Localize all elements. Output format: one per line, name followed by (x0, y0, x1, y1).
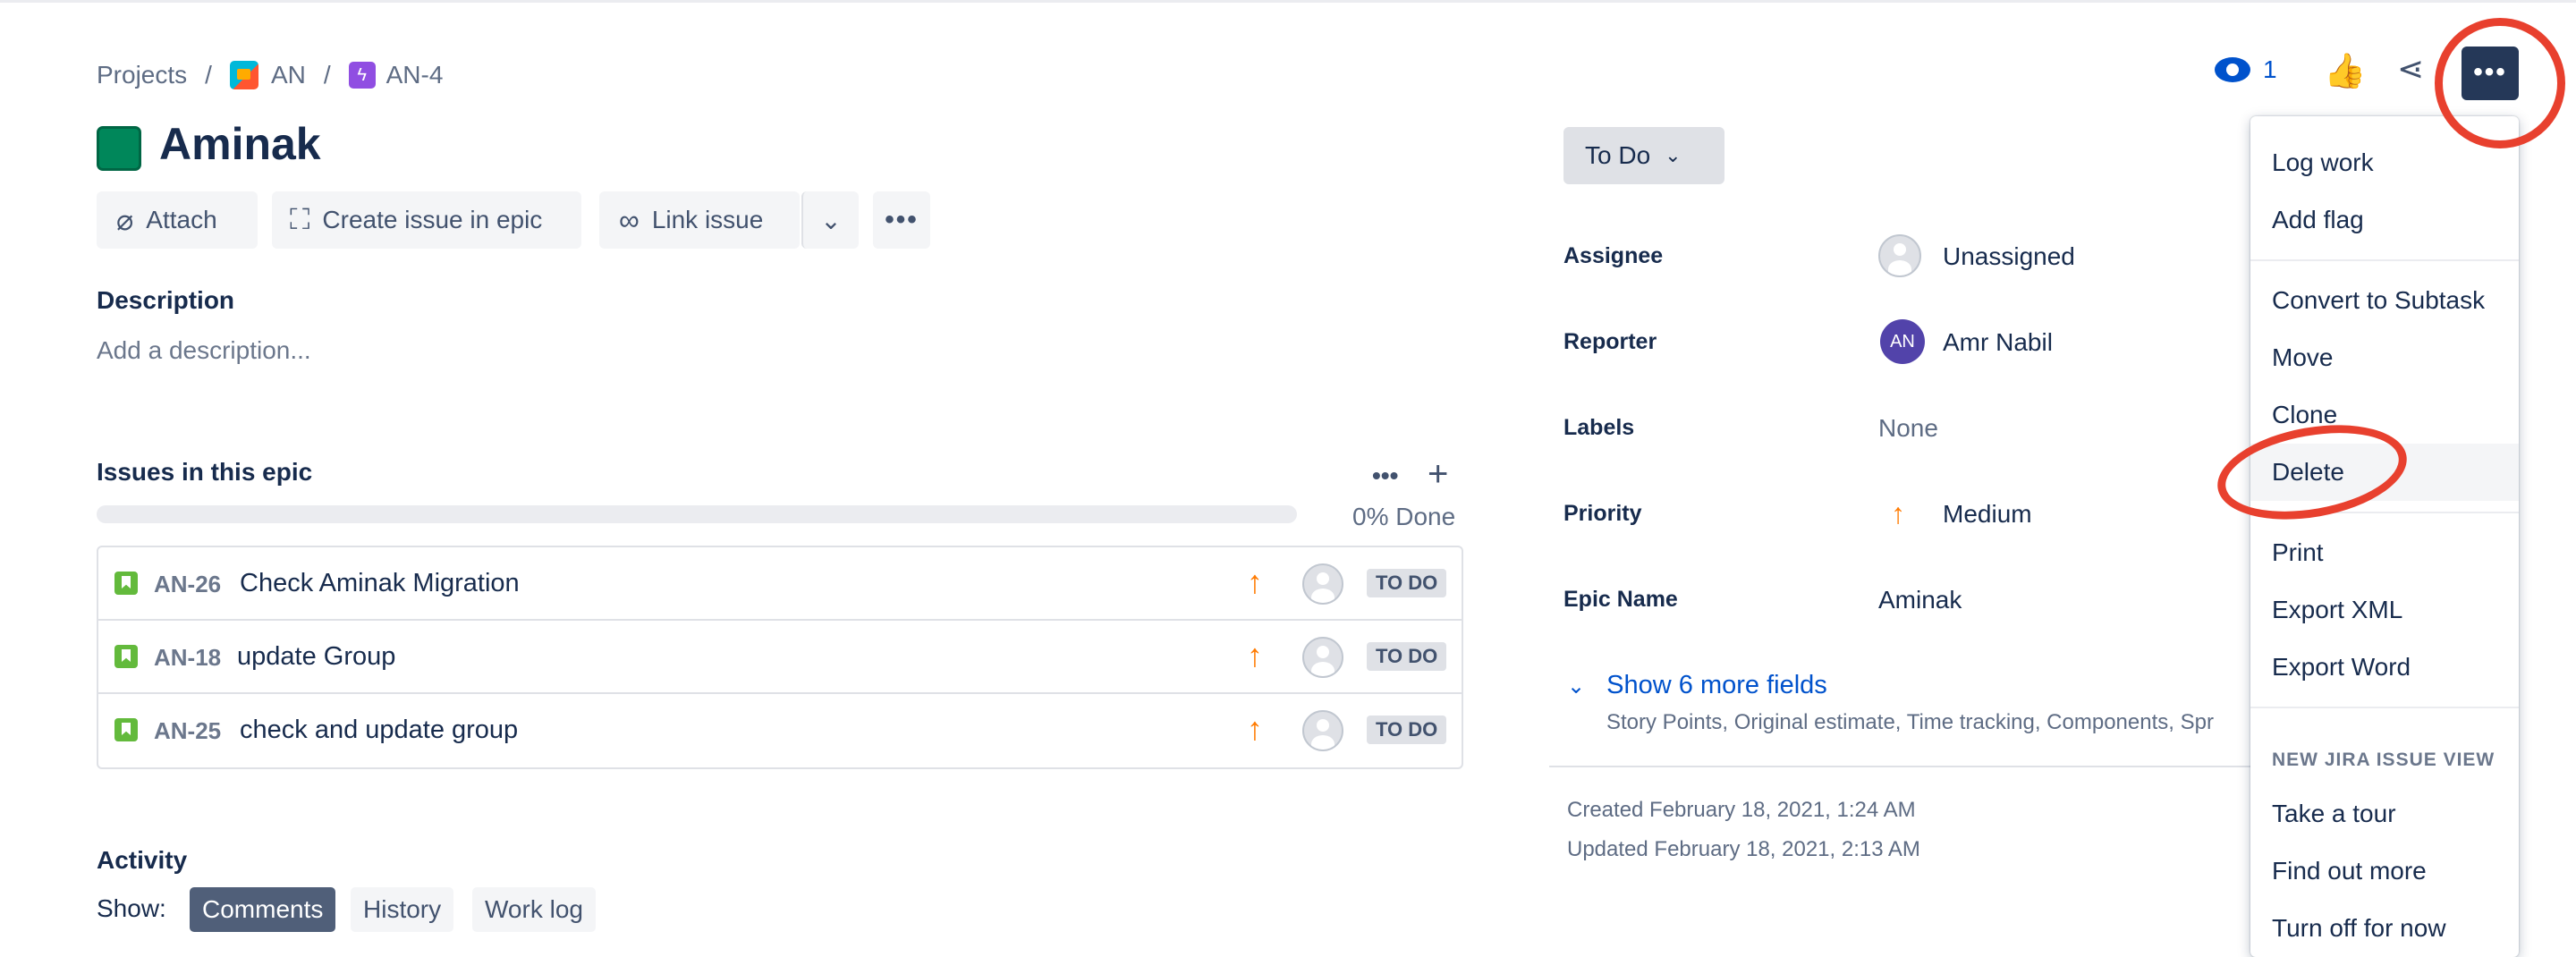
menu-divider (2250, 707, 2519, 708)
priority-value[interactable]: Medium (1943, 500, 2032, 529)
attach-label: Attach (146, 206, 217, 233)
epic-name-value[interactable]: Aminak (1878, 586, 1962, 614)
menu-item-print[interactable]: Print (2250, 524, 2519, 581)
issue-summary[interactable]: update Group (237, 642, 395, 672)
chevron-down-icon: ⌄ (1665, 144, 1682, 166)
unassigned-avatar-icon[interactable] (1302, 637, 1343, 678)
breadcrumb-separator: / (205, 61, 212, 89)
table-row[interactable]: AN-18 update Group ↑ TO DO (98, 621, 1462, 694)
description-heading: Description (97, 286, 235, 314)
assignee-value[interactable]: Unassigned (1943, 242, 2075, 271)
status-dropdown-button[interactable]: To Do ⌄ (1563, 127, 1724, 184)
story-icon (114, 718, 138, 741)
epic-name-label: Epic Name (1563, 587, 1678, 612)
created-date: Created February 18, 2021, 1:24 AM (1567, 798, 1916, 822)
vote-thumb-up-icon[interactable]: 👍 (2324, 52, 2366, 91)
status-badge[interactable]: TO DO (1367, 569, 1447, 597)
priority-medium-icon: ↑ (1247, 710, 1263, 747)
status-badge[interactable]: TO DO (1367, 642, 1447, 671)
watch-button[interactable]: 1 (2215, 55, 2277, 84)
reporter-value[interactable]: Amr Nabil (1943, 328, 2053, 357)
epic-issues-more-button[interactable]: ••• (1372, 462, 1398, 490)
link-issue-button[interactable]: ∞ Link issue (599, 191, 800, 249)
share-icon[interactable]: ⋖ (2397, 50, 2424, 88)
more-fields-summary: Story Points, Original estimate, Time tr… (1606, 710, 2214, 734)
annotation-circle-more-button (2435, 18, 2565, 148)
link-issue-dropdown-button[interactable]: ⌄ (801, 191, 859, 249)
menu-item-take-a-tour[interactable]: Take a tour (2250, 785, 2519, 843)
menu-item-turn-off[interactable]: Turn off for now (2250, 900, 2519, 957)
labels-label: Labels (1563, 415, 1635, 440)
unassigned-avatar-icon (1878, 234, 1921, 277)
epic-progress-bar (97, 505, 1297, 523)
issue-summary[interactable]: check and update group (240, 716, 518, 745)
add-child-issue-button[interactable]: + (1428, 454, 1448, 495)
chevron-down-icon: ⌄ (1567, 674, 1586, 699)
assignee-label: Assignee (1563, 243, 1664, 268)
eye-icon (2215, 57, 2250, 82)
story-icon (114, 645, 138, 668)
menu-item-move[interactable]: Move (2250, 329, 2519, 386)
story-icon (114, 572, 138, 595)
unassigned-avatar-icon[interactable] (1302, 563, 1343, 605)
breadcrumb-separator: / (323, 61, 331, 89)
paperclip-icon: ⌀ (116, 204, 134, 236)
table-row[interactable]: AN-26 Check Aminak Migration ↑ TO DO (98, 547, 1462, 621)
menu-item-add-flag[interactable]: Add flag (2250, 191, 2519, 249)
reporter-avatar: AN (1880, 319, 1925, 364)
issue-key[interactable]: AN-26 (154, 571, 221, 598)
status-label: To Do (1585, 141, 1651, 169)
epic-progress-label: 0% Done (1352, 503, 1456, 530)
priority-medium-icon: ↑ (1247, 563, 1263, 600)
breadcrumb-projects[interactable]: Projects (97, 61, 187, 89)
activity-show-label: Show: (97, 894, 166, 922)
link-icon: ∞ (619, 203, 640, 236)
reporter-label: Reporter (1563, 329, 1657, 354)
chevron-down-icon: ⌄ (820, 206, 842, 234)
unassigned-avatar-icon[interactable] (1302, 710, 1343, 751)
menu-item-find-out-more[interactable]: Find out more (2250, 843, 2519, 900)
watch-count: 1 (2263, 55, 2277, 83)
priority-medium-icon: ↑ (1891, 497, 1905, 529)
priority-label: Priority (1563, 501, 1642, 526)
issue-key[interactable]: AN-18 (154, 644, 221, 672)
labels-value[interactable]: None (1878, 414, 1938, 443)
show-more-fields-button[interactable]: ⌄ Show 6 more fields (1567, 671, 1827, 700)
create-issue-in-epic-button[interactable]: ⛶ Create issue in epic (272, 191, 581, 249)
menu-item-convert-to-subtask[interactable]: Convert to Subtask (2250, 272, 2519, 329)
epic-issues-heading: Issues in this epic (97, 458, 313, 486)
tab-comments[interactable]: Comments (190, 887, 336, 932)
project-avatar-icon (229, 61, 258, 89)
issue-title[interactable]: Aminak (159, 118, 321, 170)
create-issue-in-epic-label: Create issue in epic (322, 206, 543, 233)
epic-type-icon: ϟ (348, 62, 376, 89)
menu-divider (2250, 259, 2519, 261)
menu-group-heading: NEW JIRA ISSUE VIEW (2272, 750, 2496, 770)
status-badge[interactable]: TO DO (1367, 716, 1447, 744)
link-issue-label: Link issue (651, 206, 764, 233)
top-border (0, 0, 2576, 3)
hierarchy-icon: ⛶ (290, 203, 310, 235)
menu-item-export-xml[interactable]: Export XML (2250, 581, 2519, 639)
breadcrumb-issue-key[interactable]: AN-4 (386, 61, 444, 89)
show-more-fields-label: Show 6 more fields (1606, 671, 1827, 699)
menu-item-export-word[interactable]: Export Word (2250, 639, 2519, 696)
tab-work-log[interactable]: Work log (472, 887, 596, 932)
divider (1549, 766, 2265, 767)
epic-issues-table: AN-26 Check Aminak Migration ↑ TO DO AN-… (97, 546, 1463, 769)
attach-button[interactable]: ⌀ Attach (97, 191, 258, 249)
tab-history[interactable]: History (351, 887, 454, 932)
more-actions-menu: Log work Add flag Convert to Subtask Mov… (2250, 116, 2519, 957)
breadcrumb: Projects / AN / ϟ AN-4 (97, 57, 443, 93)
issue-summary[interactable]: Check Aminak Migration (240, 569, 520, 598)
issue-key[interactable]: AN-25 (154, 717, 221, 745)
table-row[interactable]: AN-25 check and update group ↑ TO DO (98, 694, 1462, 767)
breadcrumb-project[interactable]: AN (271, 61, 306, 89)
description-input[interactable]: Add a description... (97, 336, 311, 365)
priority-medium-icon: ↑ (1247, 637, 1263, 673)
updated-date: Updated February 18, 2021, 2:13 AM (1567, 837, 1920, 861)
activity-heading: Activity (97, 846, 188, 874)
more-actions-button[interactable]: ••• (873, 191, 930, 249)
epic-color-icon (97, 126, 141, 171)
